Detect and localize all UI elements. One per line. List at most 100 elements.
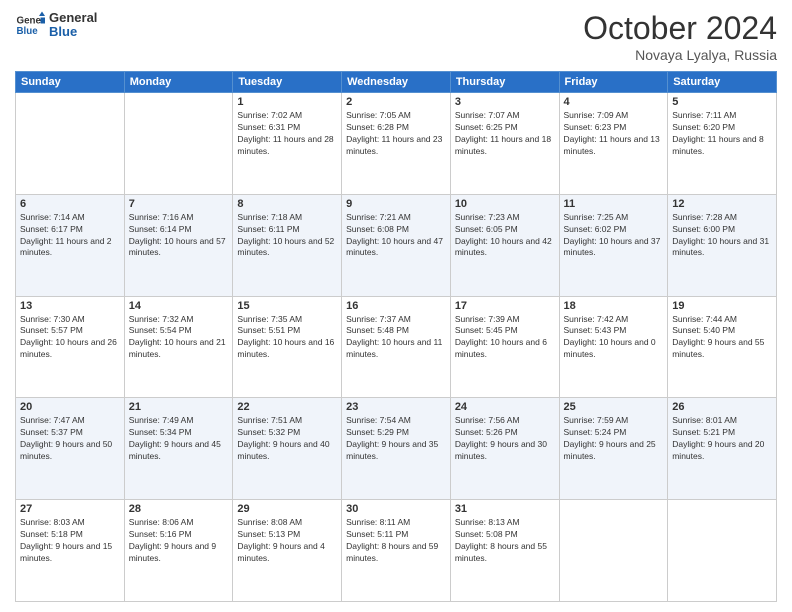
table-row: 22 Sunrise: 7:51 AMSunset: 5:32 PMDayligh…	[233, 398, 342, 500]
day-number: 24	[455, 401, 555, 413]
col-saturday: Saturday	[668, 72, 777, 93]
col-tuesday: Tuesday	[233, 72, 342, 93]
day-number: 20	[20, 401, 120, 413]
day-number: 16	[346, 300, 446, 312]
day-info: Sunrise: 8:01 AMSunset: 5:21 PMDaylight:…	[672, 415, 764, 461]
table-row: 8 Sunrise: 7:18 AMSunset: 6:11 PMDaylight…	[233, 194, 342, 296]
day-number: 31	[455, 503, 555, 515]
day-info: Sunrise: 7:28 AMSunset: 6:00 PMDaylight:…	[672, 212, 769, 258]
table-row: 17 Sunrise: 7:39 AMSunset: 5:45 PMDayligh…	[450, 296, 559, 398]
day-number: 19	[672, 300, 772, 312]
day-number: 12	[672, 198, 772, 210]
col-friday: Friday	[559, 72, 668, 93]
day-number: 30	[346, 503, 446, 515]
table-row: 18 Sunrise: 7:42 AMSunset: 5:43 PMDayligh…	[559, 296, 668, 398]
table-row: 1 Sunrise: 7:02 AMSunset: 6:31 PMDaylight…	[233, 93, 342, 195]
day-number: 14	[129, 300, 229, 312]
day-info: Sunrise: 7:05 AMSunset: 6:28 PMDaylight:…	[346, 110, 442, 156]
day-info: Sunrise: 7:54 AMSunset: 5:29 PMDaylight:…	[346, 415, 438, 461]
day-number: 29	[237, 503, 337, 515]
day-number: 11	[564, 198, 664, 210]
day-info: Sunrise: 7:21 AMSunset: 6:08 PMDaylight:…	[346, 212, 443, 258]
day-number: 10	[455, 198, 555, 210]
day-number: 8	[237, 198, 337, 210]
table-row: 7 Sunrise: 7:16 AMSunset: 6:14 PMDaylight…	[124, 194, 233, 296]
day-info: Sunrise: 7:14 AMSunset: 6:17 PMDaylight:…	[20, 212, 112, 258]
table-row: 2Sunrise: 7:05 AMSunset: 6:28 PMDaylight…	[342, 93, 451, 195]
day-info: Sunrise: 8:03 AMSunset: 5:18 PMDaylight:…	[20, 517, 112, 563]
day-number: 13	[20, 300, 120, 312]
day-number: 5	[672, 96, 772, 108]
day-info: Sunrise: 7:25 AMSunset: 6:02 PMDaylight:…	[564, 212, 661, 258]
table-row: 9Sunrise: 7:21 AMSunset: 6:08 PMDaylight…	[342, 194, 451, 296]
table-row: 20 Sunrise: 7:47 AMSunset: 5:37 PMDayligh…	[16, 398, 125, 500]
table-row: 6 Sunrise: 7:14 AMSunset: 6:17 PMDaylight…	[16, 194, 125, 296]
day-number: 26	[672, 401, 772, 413]
table-row: 13 Sunrise: 7:30 AMSunset: 5:57 PMDayligh…	[16, 296, 125, 398]
calendar-table: Sunday Monday Tuesday Wednesday Thursday…	[15, 71, 777, 602]
day-info: Sunrise: 7:56 AMSunset: 5:26 PMDaylight:…	[455, 415, 547, 461]
logo-blue: Blue	[49, 25, 97, 39]
logo-general: General	[49, 11, 97, 25]
day-info: Sunrise: 7:23 AMSunset: 6:05 PMDaylight:…	[455, 212, 552, 258]
table-row: 10 Sunrise: 7:23 AMSunset: 6:05 PMDayligh…	[450, 194, 559, 296]
day-info: Sunrise: 8:13 AMSunset: 5:08 PMDaylight:…	[455, 517, 547, 563]
day-info: Sunrise: 7:51 AMSunset: 5:32 PMDaylight:…	[237, 415, 329, 461]
page-header: General Blue General Blue October 2024 N…	[15, 10, 777, 63]
day-number: 21	[129, 401, 229, 413]
location: Novaya Lyalya, Russia	[583, 47, 777, 63]
table-row: 21 Sunrise: 7:49 AMSunset: 5:34 PMDayligh…	[124, 398, 233, 500]
day-number: 17	[455, 300, 555, 312]
table-row: 11 Sunrise: 7:25 AMSunset: 6:02 PMDayligh…	[559, 194, 668, 296]
calendar-header-row: Sunday Monday Tuesday Wednesday Thursday…	[16, 72, 777, 93]
day-info: Sunrise: 7:35 AMSunset: 5:51 PMDaylight:…	[237, 314, 334, 360]
day-info: Sunrise: 7:30 AMSunset: 5:57 PMDaylight:…	[20, 314, 117, 360]
table-row: 26 Sunrise: 8:01 AMSunset: 5:21 PMDayligh…	[668, 398, 777, 500]
day-number: 18	[564, 300, 664, 312]
day-number: 27	[20, 503, 120, 515]
day-number: 7	[129, 198, 229, 210]
table-row: 5 Sunrise: 7:11 AMSunset: 6:20 PMDaylight…	[668, 93, 777, 195]
table-row: 19Sunrise: 7:44 AMSunset: 5:40 PMDayligh…	[668, 296, 777, 398]
table-row: 23 Sunrise: 7:54 AMSunset: 5:29 PMDayligh…	[342, 398, 451, 500]
day-number: 23	[346, 401, 446, 413]
day-number: 1	[237, 96, 337, 108]
day-info: Sunrise: 8:11 AMSunset: 5:11 PMDaylight:…	[346, 517, 438, 563]
day-number: 4	[564, 96, 664, 108]
logo-icon: General Blue	[15, 10, 45, 40]
day-number: 3	[455, 96, 555, 108]
table-row: 16 Sunrise: 7:37 AMSunset: 5:48 PMDayligh…	[342, 296, 451, 398]
col-wednesday: Wednesday	[342, 72, 451, 93]
day-number: 6	[20, 198, 120, 210]
day-info: Sunrise: 7:18 AMSunset: 6:11 PMDaylight:…	[237, 212, 334, 258]
table-row: 15 Sunrise: 7:35 AMSunset: 5:51 PMDayligh…	[233, 296, 342, 398]
day-info: Sunrise: 7:16 AMSunset: 6:14 PMDaylight:…	[129, 212, 226, 258]
svg-text:Blue: Blue	[17, 26, 39, 37]
table-row: 29Sunrise: 8:08 AMSunset: 5:13 PMDayligh…	[233, 500, 342, 602]
table-row: 27 Sunrise: 8:03 AMSunset: 5:18 PMDayligh…	[16, 500, 125, 602]
table-row: 25 Sunrise: 7:59 AMSunset: 5:24 PMDayligh…	[559, 398, 668, 500]
day-number: 22	[237, 401, 337, 413]
table-row: 4 Sunrise: 7:09 AMSunset: 6:23 PMDaylight…	[559, 93, 668, 195]
day-info: Sunrise: 7:59 AMSunset: 5:24 PMDaylight:…	[564, 415, 656, 461]
day-info: Sunrise: 7:09 AMSunset: 6:23 PMDaylight:…	[564, 110, 660, 156]
table-row: 31 Sunrise: 8:13 AMSunset: 5:08 PMDayligh…	[450, 500, 559, 602]
day-info: Sunrise: 7:37 AMSunset: 5:48 PMDaylight:…	[346, 314, 442, 360]
day-number: 28	[129, 503, 229, 515]
day-info: Sunrise: 7:47 AMSunset: 5:37 PMDaylight:…	[20, 415, 112, 461]
table-row: 14Sunrise: 7:32 AMSunset: 5:54 PMDayligh…	[124, 296, 233, 398]
table-row	[559, 500, 668, 602]
day-info: Sunrise: 7:02 AMSunset: 6:31 PMDaylight:…	[237, 110, 333, 156]
day-number: 25	[564, 401, 664, 413]
day-number: 15	[237, 300, 337, 312]
col-sunday: Sunday	[16, 72, 125, 93]
day-info: Sunrise: 7:49 AMSunset: 5:34 PMDaylight:…	[129, 415, 221, 461]
day-info: Sunrise: 7:11 AMSunset: 6:20 PMDaylight:…	[672, 110, 764, 156]
table-row: 12 Sunrise: 7:28 AMSunset: 6:00 PMDayligh…	[668, 194, 777, 296]
col-thursday: Thursday	[450, 72, 559, 93]
month-title: October 2024	[583, 10, 777, 47]
table-row	[668, 500, 777, 602]
day-info: Sunrise: 7:42 AMSunset: 5:43 PMDaylight:…	[564, 314, 656, 360]
day-info: Sunrise: 8:06 AMSunset: 5:16 PMDaylight:…	[129, 517, 216, 563]
day-info: Sunrise: 7:39 AMSunset: 5:45 PMDaylight:…	[455, 314, 547, 360]
